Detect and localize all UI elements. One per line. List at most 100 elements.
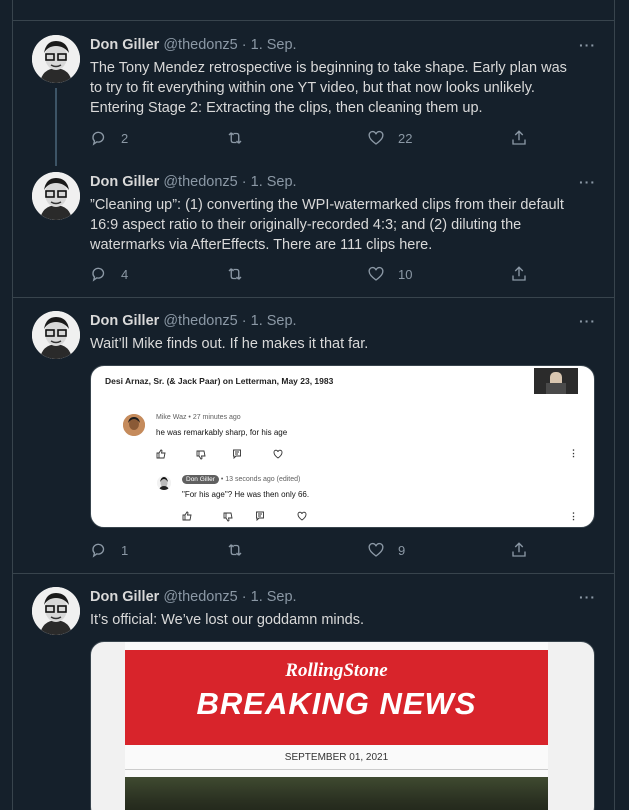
- tweet-text-line: Entering Stage 2: Extracting the clips, …: [90, 100, 483, 116]
- comment-author: Mike Waz: [156, 414, 187, 421]
- share-icon: [512, 266, 526, 281]
- reply-button[interactable]: 1: [90, 541, 128, 559]
- dot-separator: ·: [241, 313, 247, 329]
- handle[interactable]: @thedonz5: [163, 313, 237, 329]
- reply-time: 13 seconds ago (edited): [225, 476, 301, 483]
- tweet-text: The Tony Mendez retrospective is beginni…: [90, 58, 592, 118]
- more-options-button[interactable]: ···: [579, 313, 596, 329]
- tweet-divider: [13, 573, 614, 574]
- reply-count: 4: [121, 266, 129, 282]
- timestamp[interactable]: 1. Sep.: [251, 174, 297, 190]
- like-button[interactable]: 9: [367, 541, 405, 559]
- comment-menu-icon[interactable]: ⋮: [569, 448, 578, 459]
- top-divider: [13, 20, 614, 21]
- retweet-button[interactable]: [226, 265, 257, 283]
- tweet-text-line: It’s official: We’ve lost our goddamn mi…: [90, 612, 365, 628]
- reply-icon: [92, 131, 105, 146]
- heart-icon: [368, 130, 384, 145]
- date-divider: [125, 769, 548, 770]
- thumbs-up-icon: [156, 449, 166, 459]
- tweet-divider: [13, 297, 614, 298]
- reply-icon: [92, 543, 105, 558]
- heart-icon: [297, 511, 307, 521]
- share-button[interactable]: [510, 265, 528, 283]
- tweet-text-line: to try to fit everything within one YT v…: [90, 80, 535, 96]
- meta-separator: •: [188, 414, 191, 421]
- reply-icon: [92, 267, 105, 282]
- handle[interactable]: @thedonz5: [163, 37, 237, 53]
- dot-separator: ·: [241, 174, 247, 190]
- article-photo: [125, 777, 548, 810]
- display-name[interactable]: Don Giller: [90, 589, 159, 605]
- timestamp[interactable]: 1. Sep.: [251, 589, 297, 605]
- display-name[interactable]: Don Giller: [90, 174, 159, 190]
- share-button[interactable]: [510, 129, 528, 147]
- handle[interactable]: @thedonz5: [163, 174, 237, 190]
- display-name[interactable]: Don Giller: [90, 313, 159, 329]
- tweet-header: Don Giller @thedonz5 · 1. Sep.: [90, 37, 297, 53]
- more-options-button[interactable]: ···: [579, 589, 596, 605]
- comment-time: 27 minutes ago: [192, 414, 241, 421]
- tweet-actions: 2 22: [90, 129, 530, 149]
- media-screenshot-rolling-stone[interactable]: RollingStone BREAKING NEWS SEPTEMBER 01,…: [90, 641, 595, 810]
- comment-text: he was remarkably sharp, for his age: [156, 428, 288, 437]
- tweet-text: Wait’ll Mike finds out. If he makes it t…: [90, 334, 592, 354]
- reply-count: 1: [121, 542, 129, 558]
- reply-menu-icon[interactable]: ⋮: [569, 511, 578, 522]
- like-count: 22: [398, 130, 413, 146]
- channel-owner-badge: Don Giller: [182, 475, 219, 484]
- reply-button[interactable]: 4: [90, 265, 128, 283]
- timestamp[interactable]: 1. Sep.: [251, 37, 297, 53]
- tweet-text-line: watermarks via AfterEffects. There are 1…: [90, 237, 433, 253]
- heart-icon: [368, 266, 384, 281]
- like-count: 9: [398, 542, 406, 558]
- avatar[interactable]: [32, 172, 80, 220]
- tweet-actions: 4 10: [90, 265, 530, 285]
- dot-separator: ·: [241, 37, 247, 53]
- reply-text: "For his age"? He was then only 66.: [182, 490, 310, 499]
- timeline-column: Don Giller @thedonz5 · 1. Sep. ··· The T…: [12, 0, 615, 810]
- like-button[interactable]: 10: [367, 265, 412, 283]
- thumbs-down-icon: [196, 450, 206, 460]
- like-button[interactable]: 22: [367, 129, 412, 147]
- thumbs-up-icon: [182, 511, 192, 521]
- avatar[interactable]: [32, 311, 80, 359]
- tweet-text-line: 16:9 aspect ratio to their originally-re…: [90, 217, 522, 233]
- handle[interactable]: @thedonz5: [163, 589, 237, 605]
- tweet-text: It’s official: We’ve lost our goddamn mi…: [90, 610, 592, 630]
- retweet-button[interactable]: [226, 541, 257, 559]
- reply-icon: [233, 449, 241, 459]
- reply-icon: [256, 511, 264, 521]
- breaking-news-headline: BREAKING NEWS: [196, 686, 477, 721]
- reply-button[interactable]: 2: [90, 129, 128, 147]
- rolling-stone-logo: RollingStone: [285, 660, 388, 681]
- thread-connector: [55, 88, 57, 166]
- tweet-text-line: The Tony Mendez retrospective is beginni…: [90, 60, 567, 76]
- tweet-header: Don Giller @thedonz5 · 1. Sep.: [90, 589, 297, 605]
- dot-separator: ·: [241, 589, 247, 605]
- retweet-icon: [228, 544, 242, 556]
- article-date: SEPTEMBER 01, 2021: [284, 752, 389, 763]
- tweet-text-line: Wait’ll Mike finds out. If he makes it t…: [90, 336, 369, 352]
- share-button[interactable]: [510, 541, 528, 559]
- article-panel: RollingStone BREAKING NEWS SEPTEMBER 01,…: [125, 642, 548, 810]
- display-name[interactable]: Don Giller: [90, 37, 159, 53]
- comment-meta: Mike Waz • 27 minutes ago: [156, 414, 241, 421]
- media-screenshot-youtube-comments[interactable]: Desi Arnaz, Sr. (& Jack Paar) on Letterm…: [90, 365, 595, 528]
- tweet-header: Don Giller @thedonz5 · 1. Sep.: [90, 313, 297, 329]
- timestamp[interactable]: 1. Sep.: [251, 313, 297, 329]
- more-options-button[interactable]: ···: [579, 37, 596, 53]
- more-options-button[interactable]: ···: [579, 174, 596, 190]
- like-count: 10: [398, 266, 413, 282]
- share-icon: [512, 130, 526, 145]
- commenter-avatar: [123, 414, 145, 436]
- retweet-button[interactable]: [226, 129, 257, 147]
- avatar[interactable]: [32, 35, 80, 83]
- thumbs-down-icon: [223, 512, 233, 522]
- reply-count: 2: [121, 130, 129, 146]
- tweet-text: ”Cleaning up”: (1) converting the WPI-wa…: [90, 195, 592, 255]
- reply-author-avatar: [157, 476, 171, 490]
- avatar[interactable]: [32, 587, 80, 635]
- meta-separator: •: [220, 476, 224, 483]
- retweet-icon: [228, 132, 242, 144]
